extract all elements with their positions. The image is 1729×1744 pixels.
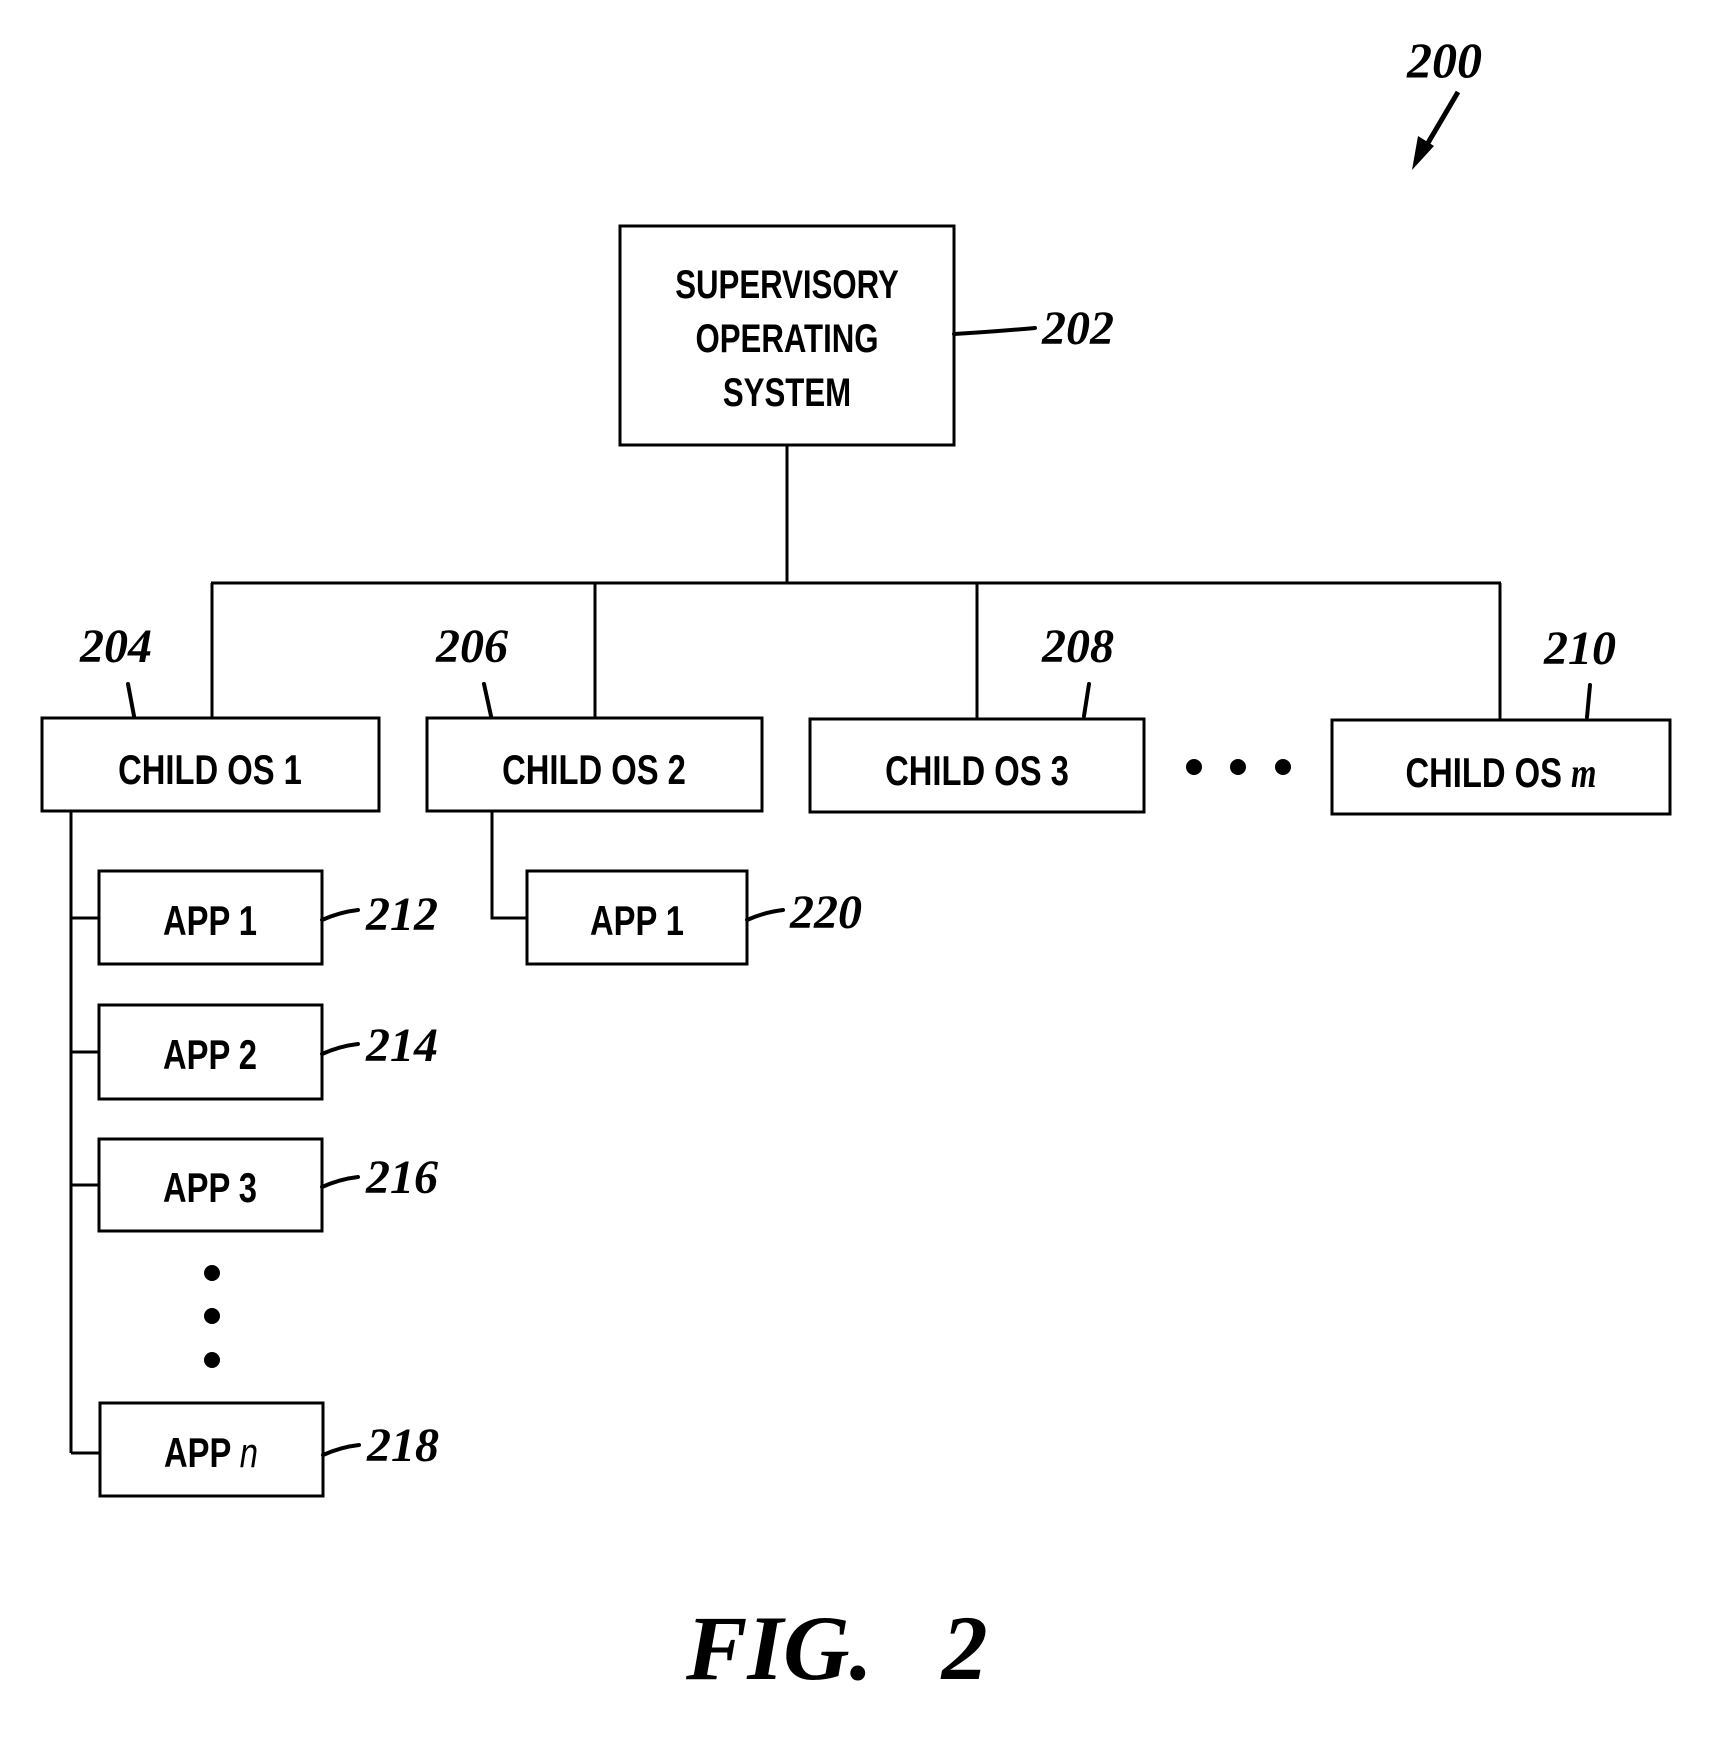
diagram-canvas: 200 SUPERVISORY OPERATING SYSTEM 202 CHI… xyxy=(40,32,1672,1699)
child-os-1-label: CHILD OS 1 xyxy=(118,746,302,793)
app-n-node: APP n xyxy=(98,1401,325,1498)
child-os-m-node: CHILD OS m xyxy=(1330,718,1672,816)
app-3-node: APP 3 xyxy=(97,1137,324,1233)
ref-210: 210 xyxy=(1543,622,1616,675)
ref-216: 216 xyxy=(365,1151,438,1204)
child-os-2-node: CHILD OS 2 xyxy=(425,716,764,813)
ellipsis-horizontal xyxy=(1186,759,1291,775)
ref-214: 214 xyxy=(365,1019,438,1072)
supervisory-line-3: SYSTEM xyxy=(723,370,851,415)
leader-202 xyxy=(952,326,1037,336)
supervisory-line-1: SUPERVISORY xyxy=(675,262,899,307)
ref-202: 202 xyxy=(1041,302,1114,355)
figure-ref-label: 200 xyxy=(1406,32,1482,88)
supervisory-line-2: OPERATING xyxy=(695,316,878,361)
ref-204: 204 xyxy=(79,620,152,673)
leader-216 xyxy=(320,1175,360,1189)
ref-206: 206 xyxy=(435,620,508,673)
ref-212: 212 xyxy=(365,888,438,941)
ref-208: 208 xyxy=(1041,620,1114,673)
app-2-label: APP 2 xyxy=(163,1031,257,1078)
app-1-label: APP 1 xyxy=(163,897,257,944)
app-3-label: APP 3 xyxy=(163,1164,257,1211)
ref-218: 218 xyxy=(366,1419,439,1472)
leader-220 xyxy=(745,908,785,922)
child-os-2-label: CHILD OS 2 xyxy=(502,746,686,793)
leader-218 xyxy=(321,1443,361,1457)
app-2-node: APP 2 xyxy=(97,1003,324,1101)
child-os-2-app-1-label: APP 1 xyxy=(590,897,684,944)
figure-arrow-icon xyxy=(1412,90,1461,170)
child-os-1-node: CHILD OS 1 xyxy=(40,716,381,813)
child-os-3-node: CHILD OS 3 xyxy=(808,717,1146,814)
leader-214 xyxy=(320,1042,360,1056)
child-os-m-label: CHILD OS m xyxy=(1405,749,1596,797)
ellipsis-vertical xyxy=(204,1265,220,1368)
app-1-node: APP 1 xyxy=(97,869,324,966)
leader-206 xyxy=(482,682,493,718)
leader-208 xyxy=(1082,682,1091,718)
leader-210 xyxy=(1585,683,1592,719)
child-os-2-app-1-node: APP 1 xyxy=(525,869,749,966)
leader-204 xyxy=(126,682,136,718)
child-os-3-label: CHILD OS 3 xyxy=(885,747,1069,794)
leader-212 xyxy=(320,908,360,922)
ref-220: 220 xyxy=(789,886,862,939)
figure-caption: FIG. 2 xyxy=(685,1597,988,1699)
supervisory-os-node: SUPERVISORY OPERATING SYSTEM xyxy=(618,224,956,447)
app-n-label: APP n xyxy=(164,1429,258,1476)
